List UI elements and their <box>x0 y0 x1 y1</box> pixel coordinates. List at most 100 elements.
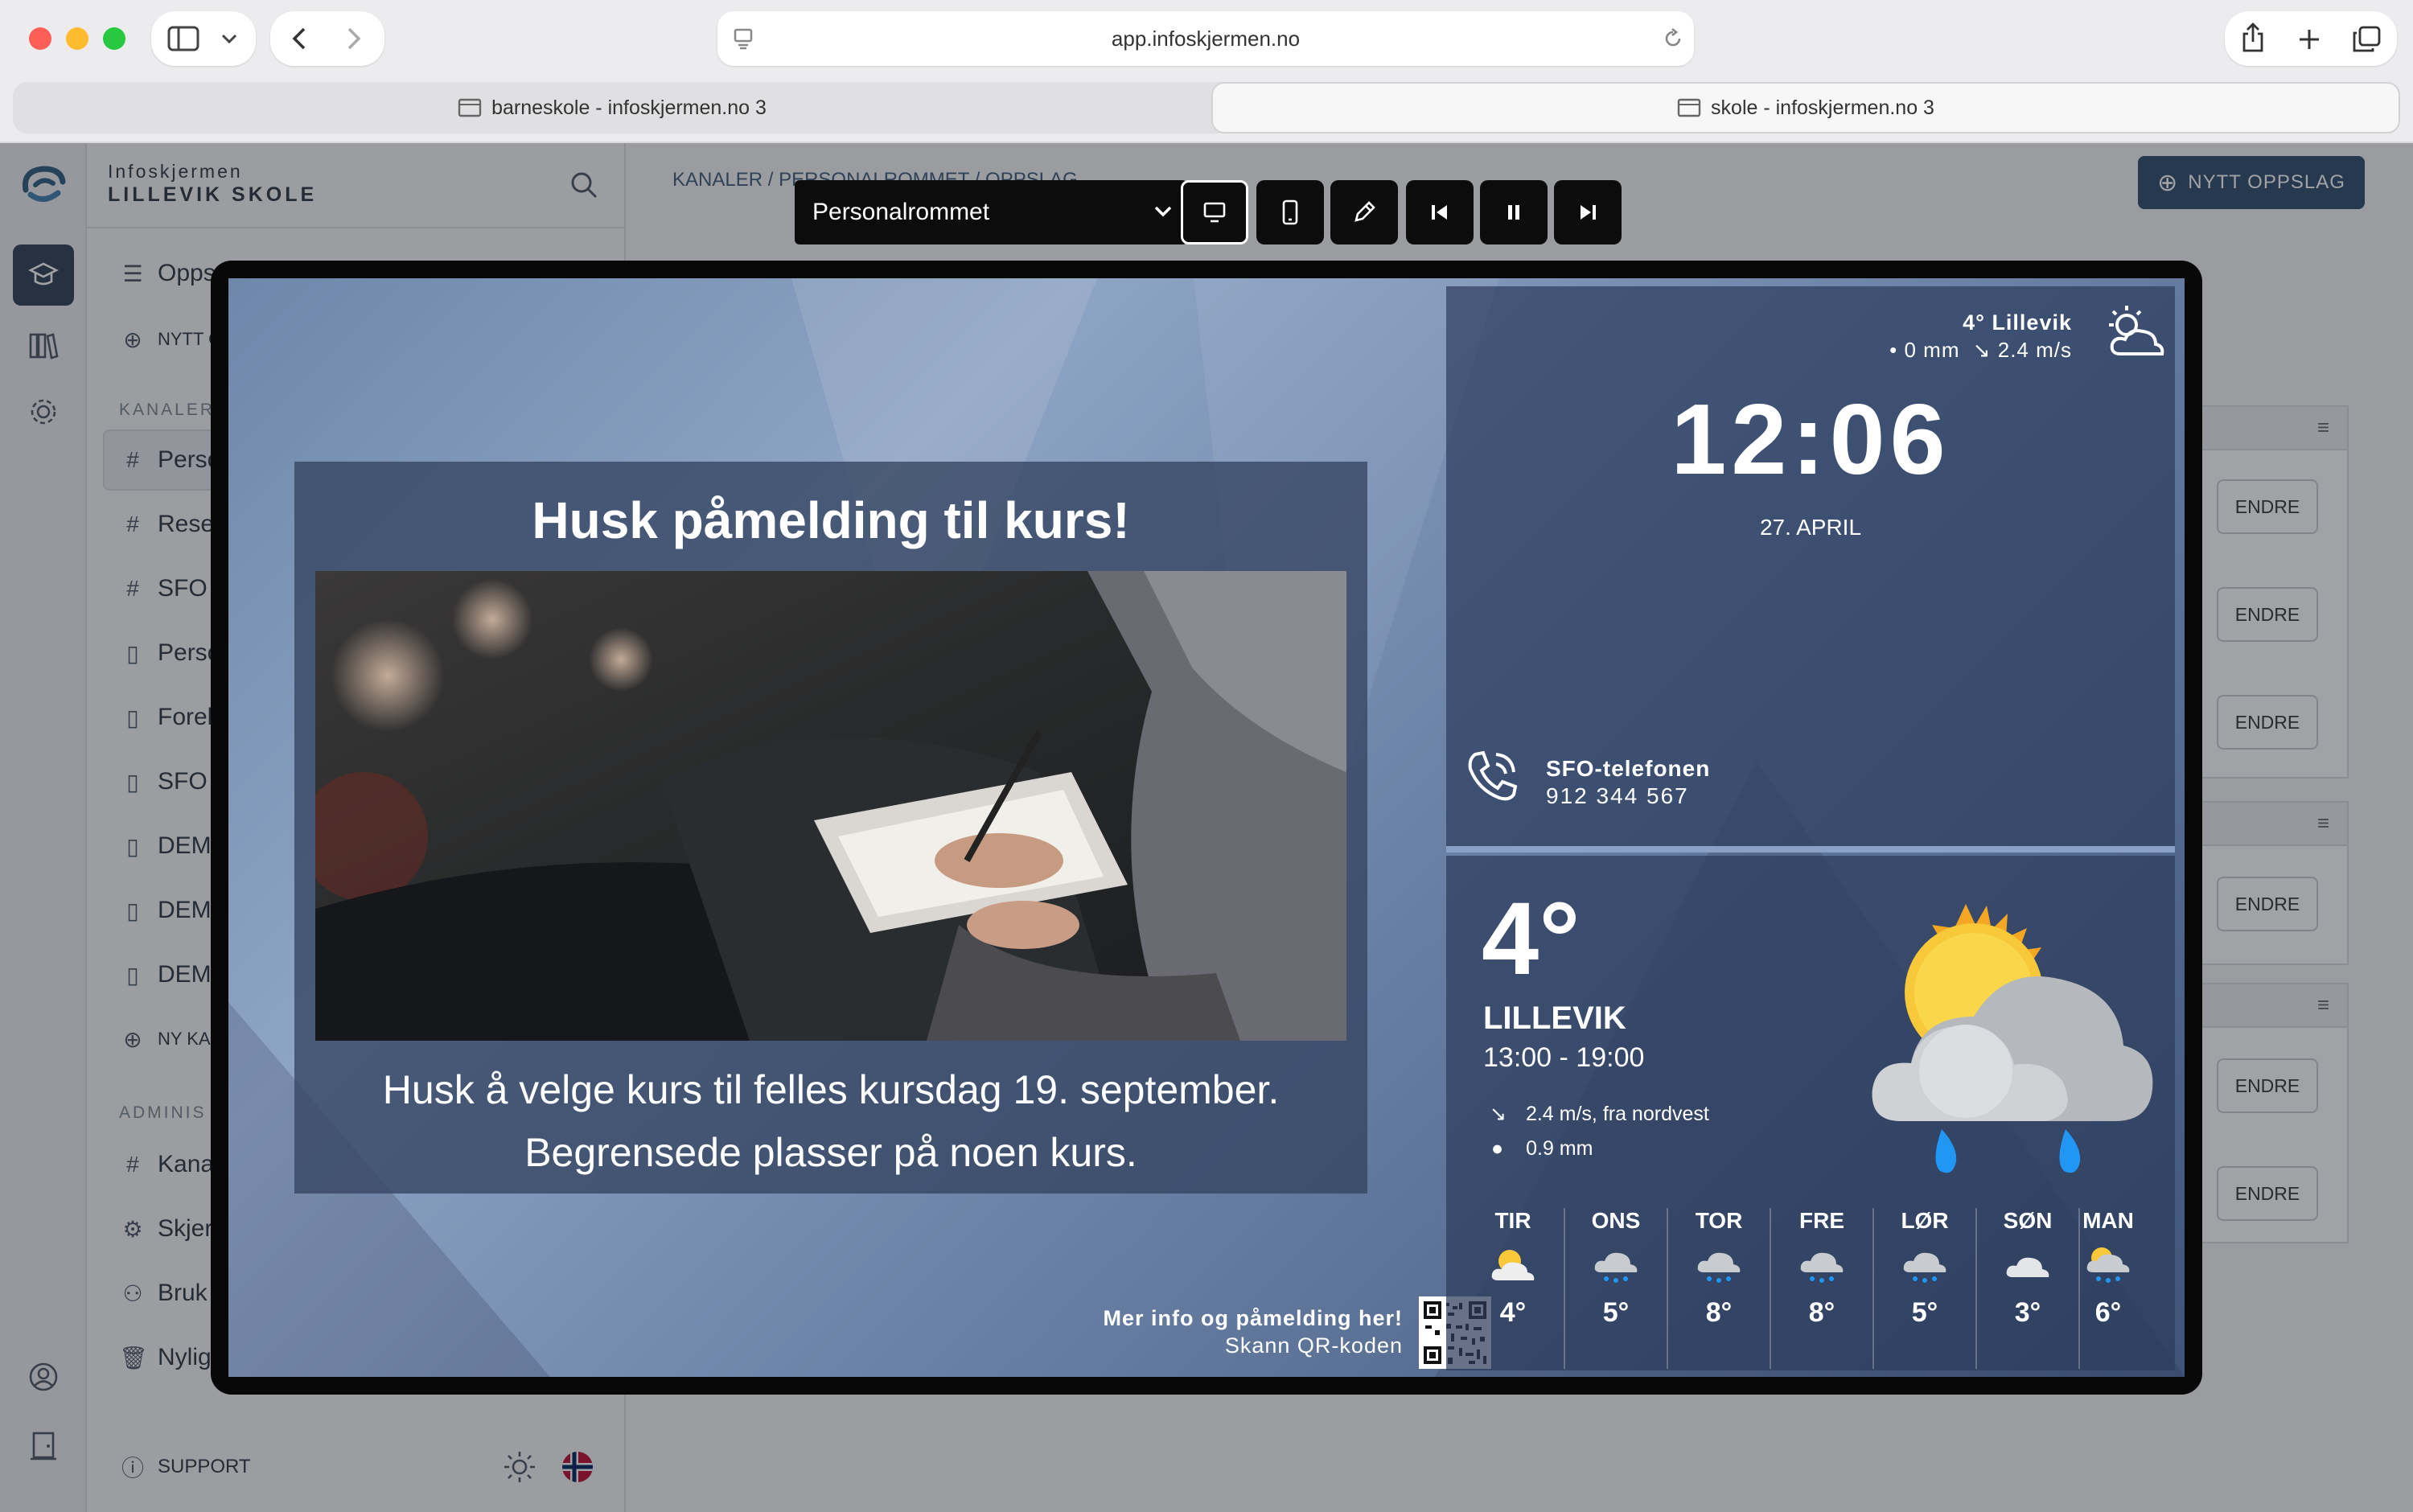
cloud-icon <box>2006 1257 2049 1277</box>
forecast-day-temp: 5° <box>1602 1297 1630 1328</box>
current-place: LILLEVIK <box>1483 1000 1626 1036</box>
forecast-day: ONS 5° <box>1565 1208 1667 1329</box>
qr-caption-line2: Skann QR-koden <box>1224 1333 1403 1358</box>
close-window-button[interactable] <box>29 27 51 50</box>
share-icon[interactable] <box>2241 23 2265 53</box>
forecast-day-name: ONS <box>1591 1208 1641 1233</box>
forecast-rain-value: 0.9 mm <box>1526 1137 1593 1160</box>
panel-separator <box>1446 846 2175 853</box>
rain-cloud-icon <box>1800 1252 1844 1283</box>
raindrop-icon: • <box>1889 338 1898 362</box>
browser-chrome: app.infoskjermen.no barneskole - infoskj… <box>0 0 2413 143</box>
tab-label: skole - infoskjermen.no 3 <box>1711 96 1934 119</box>
wind-arrow-icon: ↘ <box>1490 1103 1507 1125</box>
forecast-day-name: MAN <box>2082 1208 2134 1233</box>
wind-speed: 2.4 m/s <box>1997 338 2072 362</box>
raindrop-icon: ● <box>1491 1137 1504 1160</box>
forecast-day-temp: 5° <box>1911 1297 1938 1328</box>
address-bar[interactable]: app.infoskjermen.no <box>717 11 1694 66</box>
tab-barneskole[interactable]: barneskole - infoskjermen.no 3 <box>13 82 1211 134</box>
url-text: app.infoskjermen.no <box>1111 26 1301 51</box>
pause-button[interactable] <box>1480 180 1548 244</box>
weather-temp-place: 4° Lillevik <box>1963 310 2072 335</box>
chevron-down-icon <box>1154 206 1172 217</box>
skip-previous-icon <box>1432 205 1447 220</box>
poster-title: Husk påmelding til kurs! <box>532 491 1130 549</box>
tab-label: barneskole - infoskjermen.no 3 <box>491 96 767 119</box>
current-temp: 4° <box>1482 881 1581 996</box>
forecast-rain: ● 0.9 mm <box>1491 1137 1593 1161</box>
poster-body: Husk å velge kurs til felles kursdag 19.… <box>294 1058 1367 1184</box>
phone-number: 912 344 567 <box>1546 783 1689 808</box>
preview-controls: Personalrommet <box>795 180 1623 244</box>
forecast-day: FRE 8° <box>1771 1208 1872 1329</box>
monitor-icon <box>1203 202 1226 223</box>
rain-amount: 0 mm <box>1904 338 1960 362</box>
forecast-day-temp: 6° <box>2094 1297 2122 1328</box>
minimize-window-button[interactable] <box>66 27 88 50</box>
sun-cloud-icon <box>1491 1250 1535 1280</box>
poster-body-line2: Begrensede plasser på noen kurs. <box>524 1130 1137 1175</box>
mobile-view-button[interactable] <box>1256 180 1324 244</box>
maximize-window-button[interactable] <box>103 27 125 50</box>
photo-students-writing <box>315 571 1346 1041</box>
next-button[interactable] <box>1554 180 1622 244</box>
sidebar-icon <box>167 26 199 51</box>
reload-icon[interactable] <box>1662 27 1684 50</box>
forecast-wind: ↘ 2.4 m/s, fra nordvest <box>1490 1102 1709 1126</box>
page-icon <box>1677 98 1701 117</box>
pause-icon <box>1508 205 1519 220</box>
history-nav <box>270 11 384 66</box>
qr-caption-line1: Mer info og påmelding her! <box>1103 1306 1403 1330</box>
clock-panel: 4° Lillevik • 0 mm ↘ 2.4 m/s 12:06 27. A… <box>1446 286 2175 846</box>
forecast-day-name: TIR <box>1494 1208 1531 1233</box>
phone-call-icon <box>1468 750 1518 801</box>
channel-select-value: Personalrommet <box>812 199 990 225</box>
rain-cloud-icon <box>1697 1252 1741 1283</box>
qr-caption: Mer info og påmelding her! Skann QR-kode… <box>960 1305 1403 1359</box>
weather-panel: 4° LILLEVIK 13:00 - 19:00 ↘ 2.4 m/s, fra … <box>1446 856 2175 1370</box>
infoscreen-display: Husk påmelding til kurs! Husk å velge ku… <box>228 278 2185 1377</box>
forecast-day-name: LØR <box>1901 1208 1949 1233</box>
daily-forecast: TIR 4° ONS 5° TOR 8° FRE 8° LØR 5° SØN 3… <box>1462 1208 2159 1369</box>
skip-next-icon <box>1581 205 1596 220</box>
forecast-day-name: TOR <box>1695 1208 1743 1233</box>
forecast-day-temp: 4° <box>1499 1297 1527 1328</box>
tab-overview-icon[interactable] <box>2352 26 2381 53</box>
mobile-icon <box>1282 199 1298 225</box>
browser-actions <box>2225 11 2397 66</box>
chevron-down-icon <box>221 34 237 44</box>
forecast-interval: 13:00 - 19:00 <box>1483 1042 1645 1073</box>
clock-date: 27. APRIL <box>1759 515 1862 540</box>
desktop-view-button[interactable] <box>1181 180 1248 244</box>
edit-button[interactable] <box>1330 180 1398 244</box>
rain-cloud-icon <box>1903 1252 1946 1283</box>
clock-time: 12:06 <box>1671 384 1951 495</box>
weather-rain-wind: • 0 mm ↘ 2.4 m/s <box>1889 338 2072 363</box>
phone-label: SFO-telefonen <box>1546 756 1711 781</box>
poster-body-line1: Husk å velge kurs til felles kursdag 19.… <box>382 1067 1280 1112</box>
forecast-day: LØR 5° <box>1874 1208 1975 1329</box>
page-icon <box>458 98 482 117</box>
new-tab-icon[interactable] <box>2297 27 2321 51</box>
wind-arrow-icon: ↘ <box>1972 338 1992 362</box>
back-icon[interactable] <box>288 26 310 51</box>
partly-cloudy-icon <box>2109 306 2164 355</box>
pencil-icon <box>1354 201 1375 222</box>
forecast-day: TIR 4° <box>1462 1208 1564 1329</box>
tab-skole[interactable]: skole - infoskjermen.no 3 <box>1211 82 2400 134</box>
forward-icon[interactable] <box>343 26 365 51</box>
previous-button[interactable] <box>1406 180 1474 244</box>
sun-rain-icon <box>2086 1247 2130 1283</box>
tab-bar: barneskole - infoskjermen.no 3 skole - i… <box>13 82 2400 134</box>
preview-screen: Husk påmelding til kurs! Husk å velge ku… <box>211 261 2202 1395</box>
sun-cloud-rain-icon <box>1872 904 2153 1173</box>
rain-cloud-icon <box>1594 1252 1638 1283</box>
forecast-day-temp: 8° <box>1808 1297 1835 1328</box>
forecast-day-temp: 8° <box>1705 1297 1733 1328</box>
forecast-day: MAN 6° <box>2057 1208 2159 1329</box>
forecast-wind-value: 2.4 m/s, fra nordvest <box>1525 1103 1709 1125</box>
sidebar-toggle-button[interactable] <box>151 11 256 66</box>
app-area: Infoskjermen LILLEVIK SKOLE ☰ Opps ⊕ NYTT … <box>0 143 2413 1512</box>
channel-select[interactable]: Personalrommet <box>795 180 1187 244</box>
